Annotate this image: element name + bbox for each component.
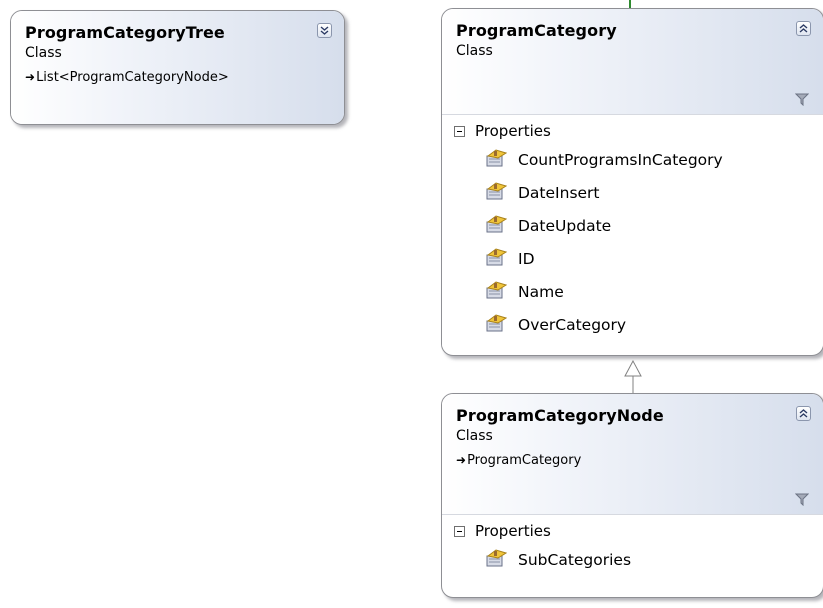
filter-funnel-icon[interactable] xyxy=(794,91,810,110)
shape-header: ProgramCategory Class xyxy=(442,9,823,114)
section-label: Properties xyxy=(475,122,551,140)
property-icon xyxy=(485,280,508,303)
property-name: OverCategory xyxy=(518,315,627,334)
class-shape-programcategorytree[interactable]: ProgramCategoryTree Class ➜List<ProgramC… xyxy=(10,10,345,125)
shape-header: ProgramCategoryTree Class ➜List<ProgramC… xyxy=(11,11,344,124)
expand-chevrons-down-icon[interactable] xyxy=(317,23,332,38)
property-name: SubCategories xyxy=(518,550,632,569)
shape-header: ProgramCategoryNode Class ➜ProgramCatego… xyxy=(442,394,823,514)
class-kind: Class xyxy=(456,43,493,59)
property-icon xyxy=(485,181,508,204)
class-shape-programcategory[interactable]: ProgramCategory Class Properties CountPr… xyxy=(441,8,823,356)
base-type-label: List<ProgramCategoryNode> xyxy=(36,70,229,85)
properties-list: CountProgramsInCategory DateInsert DateUpd… xyxy=(442,143,823,341)
property-name: DateInsert xyxy=(518,183,600,202)
property-icon xyxy=(485,247,508,270)
collapse-minus-icon[interactable] xyxy=(454,125,465,137)
class-title: ProgramCategoryTree xyxy=(25,23,225,42)
property-row[interactable]: Name xyxy=(442,275,823,308)
shape-body: Properties SubCategories xyxy=(442,514,823,582)
property-name: Name xyxy=(518,282,564,301)
properties-section-header[interactable]: Properties xyxy=(442,119,823,143)
filter-funnel-icon[interactable] xyxy=(794,491,810,510)
base-type: ➜ProgramCategory xyxy=(456,451,809,470)
collapse-chevrons-up-icon[interactable] xyxy=(796,406,811,421)
inherits-arrow-icon: ➜ xyxy=(25,70,36,84)
class-shape-programcategorynode[interactable]: ProgramCategoryNode Class ➜ProgramCatego… xyxy=(441,393,823,598)
property-row[interactable]: SubCategories xyxy=(442,543,823,576)
class-title: ProgramCategory xyxy=(456,21,617,40)
section-label: Properties xyxy=(475,522,551,540)
inheritance-triangle-icon xyxy=(624,359,642,377)
property-icon xyxy=(485,548,508,571)
property-row[interactable]: DateInsert xyxy=(442,176,823,209)
shape-body: Properties CountProgramsInCategory DateIn… xyxy=(442,114,823,347)
properties-section-header[interactable]: Properties xyxy=(442,519,823,543)
property-row[interactable]: DateUpdate xyxy=(442,209,823,242)
property-row[interactable]: OverCategory xyxy=(442,308,823,341)
base-type: ➜List<ProgramCategoryNode> xyxy=(25,68,330,87)
property-name: DateUpdate xyxy=(518,216,612,235)
class-kind: Class xyxy=(25,45,62,61)
property-row[interactable]: CountProgramsInCategory xyxy=(442,143,823,176)
property-name: ID xyxy=(518,249,535,268)
property-icon xyxy=(485,148,508,171)
collapse-chevrons-up-icon[interactable] xyxy=(796,21,811,36)
collapse-minus-icon[interactable] xyxy=(454,525,465,537)
properties-list: SubCategories xyxy=(442,543,823,576)
class-kind: Class xyxy=(456,428,493,444)
property-icon xyxy=(485,313,508,336)
inherits-arrow-icon: ➜ xyxy=(456,453,467,467)
base-type-label: ProgramCategory xyxy=(467,453,582,468)
property-icon xyxy=(485,214,508,237)
property-row[interactable]: ID xyxy=(442,242,823,275)
class-title: ProgramCategoryNode xyxy=(456,406,664,425)
property-name: CountProgramsInCategory xyxy=(518,150,723,169)
